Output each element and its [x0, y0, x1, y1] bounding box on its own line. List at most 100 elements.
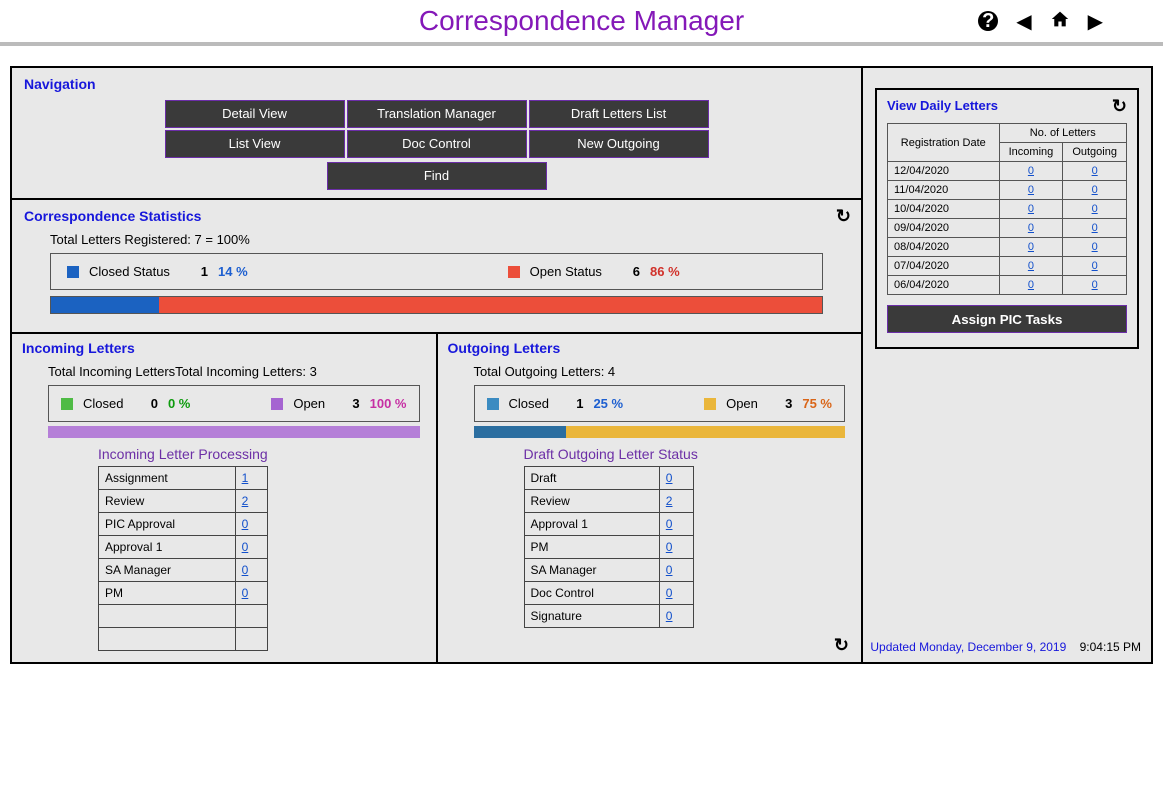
- proc-count-link[interactable]: 0: [666, 609, 673, 623]
- incoming-letters-panel: Incoming Letters Total Incoming LettersT…: [11, 333, 437, 663]
- outgoing-legend: Closed 1 25 % Open 3 75 %: [474, 385, 846, 422]
- outgoing-bar: [474, 426, 846, 438]
- outgoing-closed-label: Closed: [509, 396, 549, 411]
- daily-incoming-link[interactable]: 0: [1028, 165, 1034, 177]
- footer-status: Updated Monday, December 9, 2019 9:04:15…: [870, 640, 1141, 654]
- daily-incoming-link[interactable]: 0: [1028, 203, 1034, 215]
- proc-label: Signature: [524, 605, 659, 628]
- open-swatch-icon: [704, 398, 716, 410]
- outgoing-processing-title: Draft Outgoing Letter Status: [524, 446, 856, 462]
- navigation-title: Navigation: [24, 76, 853, 92]
- daily-outgoing-link[interactable]: 0: [1092, 279, 1098, 291]
- daily-incoming-link[interactable]: 0: [1028, 184, 1034, 196]
- translation-manager-button[interactable]: Translation Manager: [347, 100, 527, 128]
- daily-date: 10/04/2020: [888, 200, 1000, 219]
- proc-count-link[interactable]: 1: [242, 471, 249, 485]
- table-row: PIC Approval0: [99, 513, 268, 536]
- daily-outgoing-link[interactable]: 0: [1092, 184, 1098, 196]
- proc-count-link[interactable]: 0: [666, 540, 673, 554]
- refresh-icon[interactable]: ↻: [1112, 96, 1127, 117]
- refresh-icon[interactable]: ↻: [836, 206, 851, 227]
- incoming-title: Incoming Letters: [22, 340, 430, 356]
- draft-letters-list-button[interactable]: Draft Letters List: [529, 100, 709, 128]
- daily-date: 12/04/2020: [888, 162, 1000, 181]
- open-percent: 86 %: [650, 264, 680, 279]
- outgoing-open-bar-segment: [566, 426, 845, 438]
- proc-count-link[interactable]: 0: [666, 517, 673, 531]
- daily-incoming-link[interactable]: 0: [1028, 260, 1034, 272]
- help-icon[interactable]: ?: [978, 11, 998, 31]
- col-no-of-letters: No. of Letters: [999, 124, 1126, 143]
- table-row: SA Manager0: [99, 559, 268, 582]
- forward-icon[interactable]: ▶: [1088, 9, 1103, 34]
- outgoing-closed-count: 1: [576, 396, 583, 411]
- incoming-open-count: 3: [352, 396, 359, 411]
- proc-count-link[interactable]: 2: [666, 494, 673, 508]
- open-status-label: Open Status: [530, 264, 602, 279]
- new-outgoing-button[interactable]: New Outgoing: [529, 130, 709, 158]
- doc-control-button[interactable]: Doc Control: [347, 130, 527, 158]
- table-row: Assignment1: [99, 467, 268, 490]
- daily-incoming-link[interactable]: 0: [1028, 241, 1034, 253]
- closed-count: 1: [201, 264, 208, 279]
- letters-row: Incoming Letters Total Incoming LettersT…: [11, 333, 862, 663]
- proc-label: PM: [524, 536, 659, 559]
- incoming-closed-count: 0: [151, 396, 158, 411]
- incoming-processing-table: Assignment1Review2PIC Approval0Approval …: [98, 466, 268, 651]
- daily-outgoing-link[interactable]: 0: [1092, 165, 1098, 177]
- list-view-button[interactable]: List View: [165, 130, 345, 158]
- daily-row: 08/04/2020 0 0: [888, 238, 1127, 257]
- daily-outgoing-link[interactable]: 0: [1092, 222, 1098, 234]
- table-row: Signature 0: [524, 605, 693, 628]
- proc-label: Review: [99, 490, 236, 513]
- proc-count-link[interactable]: 0: [242, 586, 249, 600]
- incoming-closed-percent: 0 %: [168, 396, 190, 411]
- proc-count-link[interactable]: 0: [666, 471, 673, 485]
- daily-incoming-link[interactable]: 0: [1028, 222, 1034, 234]
- table-row: Approval 10: [524, 513, 693, 536]
- daily-row: 12/04/2020 0 0: [888, 162, 1127, 181]
- table-row: SA Manager0: [524, 559, 693, 582]
- refresh-icon[interactable]: ↻: [834, 635, 849, 656]
- daily-outgoing-link[interactable]: 0: [1092, 260, 1098, 272]
- closed-swatch-icon: [487, 398, 499, 410]
- closed-status-item: Closed Status 1 14 %: [67, 264, 248, 279]
- detail-view-button[interactable]: Detail View: [165, 100, 345, 128]
- outgoing-closed-item: Closed 1 25 %: [487, 396, 624, 411]
- table-row-empty: [99, 628, 268, 651]
- closed-swatch-icon: [67, 266, 79, 278]
- home-icon[interactable]: [1050, 10, 1070, 33]
- daily-date: 08/04/2020: [888, 238, 1000, 257]
- incoming-legend: Closed 0 0 % Open 3 100 %: [48, 385, 420, 422]
- outgoing-open-label: Open: [726, 396, 758, 411]
- outgoing-closed-percent: 25 %: [593, 396, 623, 411]
- closed-swatch-icon: [61, 398, 73, 410]
- proc-count-link[interactable]: 0: [666, 563, 673, 577]
- proc-count-link[interactable]: 0: [666, 586, 673, 600]
- outgoing-closed-bar-segment: [474, 426, 567, 438]
- back-icon[interactable]: ◀: [1016, 9, 1031, 34]
- daily-outgoing-link[interactable]: 0: [1092, 241, 1098, 253]
- find-button[interactable]: Find: [327, 162, 547, 190]
- incoming-total-label: Total Incoming LettersTotal Incoming Let…: [48, 364, 430, 379]
- total-letters-label: Total Letters Registered: 7 = 100%: [50, 232, 853, 247]
- incoming-closed-label: Closed: [83, 396, 123, 411]
- daily-date: 11/04/2020: [888, 181, 1000, 200]
- statistics-bar: [50, 296, 823, 314]
- incoming-closed-item: Closed 0 0 %: [61, 396, 190, 411]
- proc-count-link[interactable]: 0: [242, 563, 249, 577]
- nav-button-group: Detail View Translation Manager Draft Le…: [20, 100, 853, 190]
- assign-pic-tasks-button[interactable]: Assign PIC Tasks: [887, 305, 1127, 333]
- table-row: Draft0: [524, 467, 693, 490]
- daily-row: 06/04/202000: [888, 276, 1127, 295]
- daily-date: 09/04/2020: [888, 219, 1000, 238]
- daily-incoming-link[interactable]: 0: [1028, 279, 1034, 291]
- open-status-item: Open Status 6 86 %: [508, 264, 680, 279]
- navigation-panel: Navigation Detail View Translation Manag…: [11, 67, 862, 199]
- daily-letters-title: View Daily Letters: [887, 98, 1127, 113]
- proc-count-link[interactable]: 2: [242, 494, 249, 508]
- daily-row: 09/04/2020 0 0: [888, 219, 1127, 238]
- proc-count-link[interactable]: 0: [242, 517, 249, 531]
- daily-outgoing-link[interactable]: 0: [1092, 203, 1098, 215]
- proc-count-link[interactable]: 0: [242, 540, 249, 554]
